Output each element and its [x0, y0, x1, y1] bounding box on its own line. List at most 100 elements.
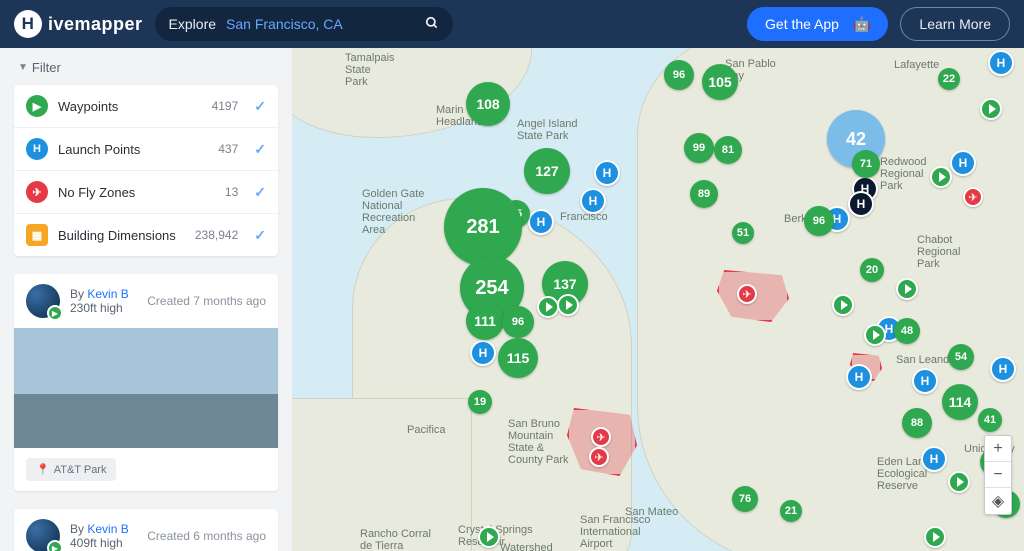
waypoint-flag-marker[interactable] — [537, 296, 559, 318]
waypoint-cluster[interactable]: 71 — [852, 150, 880, 178]
filter-icon: ▦ — [26, 224, 48, 246]
launch-point-marker[interactable]: H — [848, 191, 874, 217]
waypoint-cluster[interactable]: 51 — [732, 222, 754, 244]
no-fly-plane-icon[interactable]: ✈ — [589, 447, 609, 467]
launch-point-marker[interactable]: H — [846, 364, 872, 390]
brand-logo-icon: H — [14, 10, 42, 38]
search-bar[interactable]: Explore San Francisco, CA — [155, 7, 453, 41]
no-fly-plane-icon[interactable]: ✈ — [591, 427, 611, 447]
waypoint-cluster[interactable]: 281 — [444, 188, 522, 266]
waypoint-cluster[interactable]: 127 — [524, 148, 570, 194]
waypoint-cluster[interactable]: 111 — [466, 302, 504, 340]
caret-down-icon: ▼ — [18, 62, 28, 73]
launch-point-marker[interactable]: H — [580, 188, 606, 214]
feed-card[interactable]: ▶By Kevin B230ft highCreated 7 months ag… — [14, 274, 278, 491]
waypoint-cluster[interactable]: 99 — [684, 133, 714, 163]
waypoint-cluster[interactable]: 88 — [902, 408, 932, 438]
learn-more-label: Learn More — [919, 16, 991, 32]
zoom-control: + − ◈ — [984, 435, 1012, 515]
waypoint-flag-marker[interactable] — [896, 278, 918, 300]
waypoint-cluster[interactable]: 105 — [702, 64, 738, 100]
map-label: Pacifica — [407, 424, 446, 436]
zoom-in-button[interactable]: + — [985, 436, 1011, 462]
waypoint-cluster[interactable]: 48 — [894, 318, 920, 344]
filter-count: 238,942 — [195, 228, 238, 242]
map-label: San BrunoMountainState &County Park — [508, 418, 569, 466]
zoom-out-button[interactable]: − — [985, 462, 1011, 488]
waypoint-cluster[interactable]: 108 — [466, 82, 510, 126]
waypoint-flag-marker[interactable] — [864, 324, 886, 346]
launch-point-marker[interactable]: H — [528, 209, 554, 235]
waypoint-cluster[interactable]: 54 — [948, 344, 974, 370]
get-app-button[interactable]: Get the App 🤖 — [747, 7, 888, 41]
card-image[interactable] — [14, 328, 278, 448]
map-label: TamalpaisStatePark — [345, 52, 395, 88]
map[interactable]: TamalpaisStateParkAngel IslandState Park… — [292, 48, 1024, 551]
sidebar: ▼ Filter ▶Waypoints4197✓HLaunch Points43… — [0, 48, 292, 551]
pin-icon: 📍 — [36, 463, 50, 476]
brand[interactable]: H ivemapper — [14, 10, 143, 38]
map-label: RedwoodRegionalPark — [880, 156, 926, 192]
waypoint-flag-marker[interactable] — [948, 471, 970, 493]
launch-point-marker[interactable]: H — [988, 50, 1014, 76]
waypoint-cluster[interactable]: 96 — [502, 306, 534, 338]
launch-point-marker[interactable]: H — [470, 340, 496, 366]
search-icon[interactable] — [425, 16, 439, 33]
launch-point-marker[interactable]: H — [921, 446, 947, 472]
waypoint-cluster[interactable]: 19 — [468, 390, 492, 414]
filter-toggle[interactable]: ▼ Filter — [0, 48, 292, 85]
waypoint-flag-marker[interactable] — [478, 526, 500, 548]
created-date: Created 7 months ago — [147, 294, 266, 308]
launch-point-marker[interactable]: H — [990, 356, 1016, 382]
waypoint-cluster[interactable]: 115 — [498, 338, 538, 378]
filter-row-waypoints[interactable]: ▶Waypoints4197✓ — [14, 85, 278, 128]
no-fly-plane-icon[interactable]: ✈ — [963, 187, 983, 207]
check-icon[interactable]: ✓ — [254, 184, 266, 201]
created-date: Created 6 months ago — [147, 529, 266, 543]
altitude-label: 409ft high — [70, 536, 137, 550]
search-mode-label: Explore — [169, 16, 216, 32]
waypoint-cluster[interactable]: 89 — [690, 180, 718, 208]
tag-label: AT&T Park — [54, 464, 107, 476]
brand-name: ivemapper — [48, 14, 143, 35]
waypoint-flag-marker[interactable] — [924, 526, 946, 548]
filter-row-no-fly-zones[interactable]: ✈No Fly Zones13✓ — [14, 171, 278, 214]
geolocate-button[interactable]: ◈ — [985, 488, 1011, 514]
location-tag[interactable]: 📍 AT&T Park — [26, 458, 116, 481]
check-icon[interactable]: ✓ — [254, 227, 266, 244]
waypoint-flag-marker[interactable] — [930, 166, 952, 188]
waypoint-cluster[interactable]: 114 — [942, 384, 978, 420]
filter-row-launch-points[interactable]: HLaunch Points437✓ — [14, 128, 278, 171]
avatar[interactable]: ▶ — [26, 284, 60, 318]
author-link[interactable]: Kevin B — [87, 522, 128, 536]
search-query[interactable]: San Francisco, CA — [226, 16, 415, 32]
get-app-label: Get the App — [765, 16, 839, 32]
map-label: Lafayette — [894, 59, 939, 71]
check-icon[interactable]: ✓ — [254, 141, 266, 158]
filter-row-building-dimensions[interactable]: ▦Building Dimensions238,942✓ — [14, 214, 278, 256]
waypoint-cluster[interactable]: 81 — [714, 136, 742, 164]
map-label: San FranciscoInternationalAirport — [580, 514, 650, 550]
waypoint-flag-marker[interactable] — [980, 98, 1002, 120]
altitude-label: 230ft high — [70, 301, 137, 315]
waypoint-flag-marker[interactable] — [557, 294, 579, 316]
waypoint-cluster[interactable]: 22 — [938, 68, 960, 90]
author-link[interactable]: Kevin B — [87, 287, 128, 301]
waypoint-flag-marker[interactable] — [832, 294, 854, 316]
waypoint-cluster[interactable]: 96 — [804, 206, 834, 236]
feed-card[interactable]: ▶By Kevin B409ft highCreated 6 months ag… — [14, 509, 278, 551]
waypoint-cluster[interactable]: 21 — [780, 500, 802, 522]
map-label: Golden GateNationalRecreationArea — [362, 188, 424, 236]
waypoint-cluster[interactable]: 41 — [978, 408, 1002, 432]
waypoint-cluster[interactable]: 96 — [664, 60, 694, 90]
filter-count: 13 — [225, 185, 238, 199]
avatar[interactable]: ▶ — [26, 519, 60, 551]
launch-point-marker[interactable]: H — [594, 160, 620, 186]
waypoint-cluster[interactable]: 76 — [732, 486, 758, 512]
no-fly-plane-icon[interactable]: ✈ — [737, 284, 757, 304]
waypoint-cluster[interactable]: 20 — [860, 258, 884, 282]
check-icon[interactable]: ✓ — [254, 98, 266, 115]
launch-point-marker[interactable]: H — [912, 368, 938, 394]
launch-point-marker[interactable]: H — [950, 150, 976, 176]
learn-more-button[interactable]: Learn More — [900, 7, 1010, 41]
